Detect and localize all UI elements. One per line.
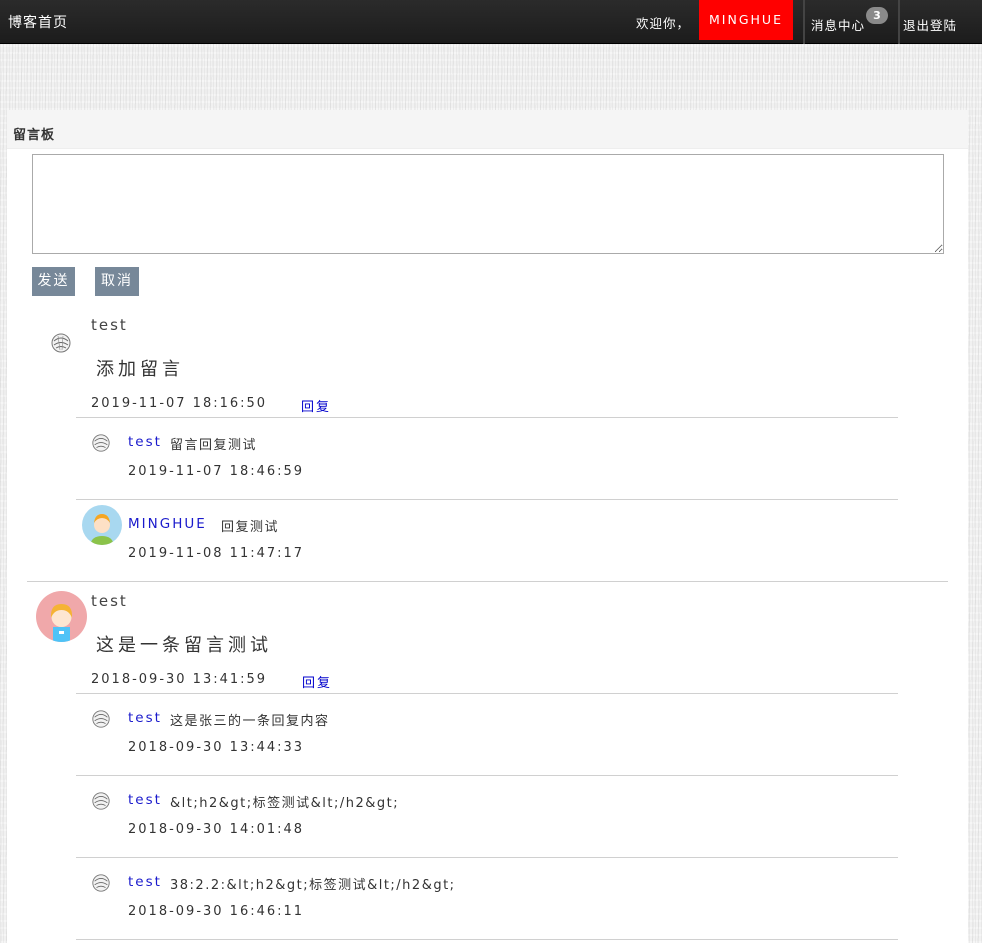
comment-text: 添加留言: [96, 359, 184, 380]
reply-time: 2019-11-08 11:47:17: [128, 546, 305, 561]
reply-link[interactable]: 回复: [302, 672, 332, 691]
reply-author[interactable]: test: [128, 434, 162, 450]
reply-author[interactable]: test: [128, 710, 162, 726]
panel-title: 留言板: [13, 128, 56, 143]
reply-text: 38:2.2:&lt;h2&gt;标签测试&lt;/h2&gt;: [170, 878, 456, 893]
reply-text: 这是张三的一条回复内容: [170, 714, 330, 729]
reply-author[interactable]: MINGHUE: [128, 516, 207, 532]
reply-time: 2018-09-30 14:01:48: [128, 822, 305, 837]
welcome-text: 欢迎你，: [636, 16, 691, 31]
reply-time: 2018-09-30 16:46:11: [128, 904, 305, 919]
reply-author[interactable]: test: [128, 792, 162, 808]
reply-author[interactable]: test: [128, 874, 162, 890]
message-input[interactable]: [32, 154, 944, 254]
nav-divider: [803, 0, 805, 44]
reply-text: 回复测试: [221, 520, 280, 535]
user-avatar-icon: [92, 874, 110, 892]
divider: [76, 693, 898, 694]
message-board-panel: 留言板 发送 取消 test 添加留言 2019-11-07 18:16:50 …: [7, 110, 968, 943]
comment-divider: [27, 581, 948, 582]
user-avatar-icon: [92, 710, 110, 728]
reply-link[interactable]: 回复: [301, 396, 331, 415]
divider: [76, 857, 898, 858]
reply-text: 留言回复测试: [170, 438, 258, 453]
message-center-link[interactable]: 消息中心: [811, 15, 865, 34]
divider: [76, 499, 898, 500]
top-navbar: 博客首页 欢迎你， MINGHUE 消息中心 3 退出登陆: [0, 0, 982, 44]
message-count-badge: 3: [866, 7, 888, 24]
divider: [76, 939, 898, 940]
reply-text: &lt;h2&gt;标签测试&lt;/h2&gt;: [170, 796, 400, 811]
cancel-button[interactable]: 取消: [95, 267, 139, 296]
divider: [76, 417, 898, 418]
user-avatar-icon: [51, 333, 71, 353]
nav-divider: [898, 0, 900, 44]
user-avatar-icon: [36, 591, 87, 642]
send-button[interactable]: 发送: [32, 267, 75, 296]
comment-text: 这是一条留言测试: [96, 635, 272, 656]
comment-author[interactable]: test: [91, 316, 128, 334]
panel-heading: 留言板: [7, 110, 968, 149]
comment-time: 2018-09-30 13:41:59: [91, 672, 268, 687]
user-avatar-icon: [92, 792, 110, 810]
user-avatar-icon: [82, 505, 122, 545]
reply-time: 2018-09-30 13:44:33: [128, 740, 305, 755]
divider: [76, 775, 898, 776]
reply-time: 2019-11-07 18:46:59: [128, 464, 305, 479]
comment-time: 2019-11-07 18:16:50: [91, 396, 268, 411]
blog-home-link[interactable]: 博客首页: [8, 12, 68, 32]
logout-link[interactable]: 退出登陆: [903, 15, 957, 34]
user-avatar-icon: [92, 434, 110, 452]
current-user-button[interactable]: MINGHUE: [699, 0, 793, 40]
comment-author[interactable]: test: [91, 592, 128, 610]
